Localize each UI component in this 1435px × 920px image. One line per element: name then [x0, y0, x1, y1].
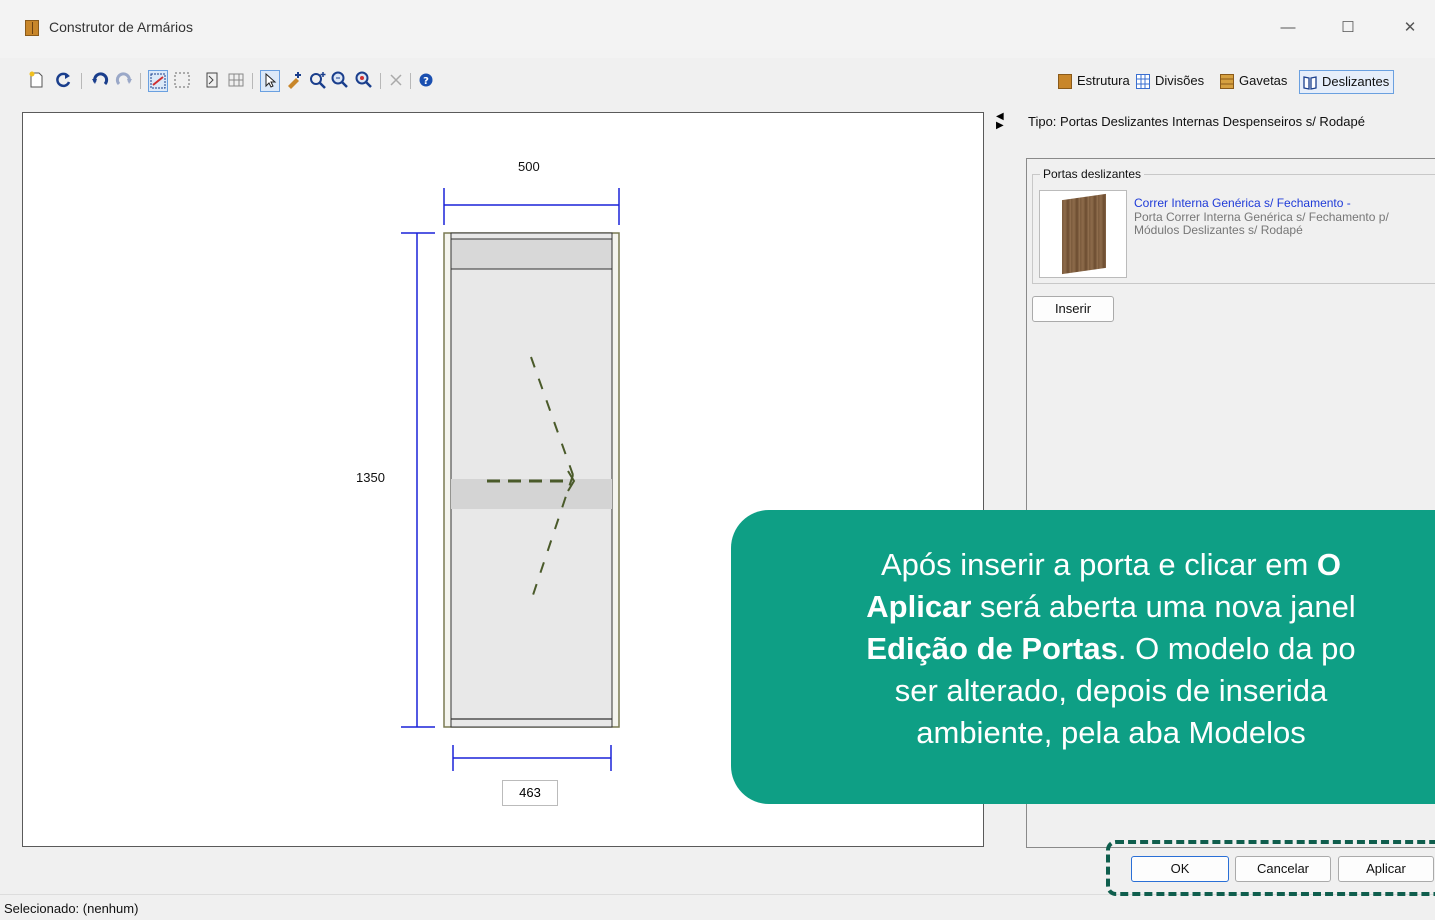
draw-select-icon[interactable]	[148, 70, 168, 92]
maximize-button[interactable]: ☐	[1328, 14, 1368, 42]
window-title: Construtor de Armários	[49, 19, 193, 35]
callout-line1: Após inserir a porta e clicar em	[880, 547, 1317, 582]
cabinet-app-icon	[25, 20, 39, 36]
tutorial-callout: Após inserir a porta e clicar em O Aplic…	[731, 510, 1435, 804]
insert-button[interactable]: Inserir	[1032, 296, 1114, 322]
module-tabs: Estrutura Divisões Gavetas Deslizantes	[1055, 70, 1435, 94]
door-item-title[interactable]: Correr Interna Genérica s/ Fechamento -	[1134, 196, 1351, 210]
tab-gavetas[interactable]: Gavetas	[1217, 70, 1291, 94]
toolbar-separator	[410, 73, 411, 89]
tab-label: Gavetas	[1239, 73, 1288, 88]
toolbar-separator	[140, 73, 141, 89]
close-button[interactable]: ✕	[1390, 14, 1430, 42]
grid-icon[interactable]	[226, 70, 246, 92]
toolbar-separator	[81, 73, 82, 89]
callout-line2-bold: Aplicar	[866, 589, 972, 624]
tab-label: Estrutura	[1077, 73, 1130, 88]
title-bar: Construtor de Armários — ☐ ✕	[0, 0, 1435, 58]
tab-label: Divisões	[1155, 73, 1205, 88]
callout-line4: ser alterado, depois de inserida	[894, 673, 1328, 708]
width-dimension-label: 500	[518, 159, 540, 174]
callout-line2: será aberta uma nova janel	[971, 589, 1356, 624]
callout-line3-bold: Edição de Portas	[866, 631, 1118, 666]
collapse-panel-icon[interactable]: ◀ ▶	[996, 112, 1004, 131]
grid-divisions-icon	[1136, 74, 1150, 89]
minimize-button[interactable]: —	[1268, 14, 1308, 42]
marquee-icon[interactable]	[172, 70, 192, 92]
group-label: Portas deslizantes	[1040, 167, 1145, 181]
top-shelf	[450, 238, 613, 270]
tab-label: Deslizantes	[1322, 74, 1390, 89]
zoom-out-icon[interactable]	[354, 70, 374, 92]
selection-status: Selecionado: (nenhum)	[4, 901, 139, 916]
add-item-icon[interactable]	[284, 70, 304, 92]
height-dimension-label: 1350	[356, 470, 385, 485]
buttons-highlight-frame	[1106, 840, 1435, 896]
status-bar: Selecionado: (nenhum)	[0, 894, 1435, 920]
door-item-description: Porta Correr Interna Genérica s/ Fechame…	[1134, 210, 1389, 237]
tab-deslizantes[interactable]: Deslizantes	[1299, 70, 1395, 94]
toolbar: ?	[24, 70, 1024, 94]
door-thumbnail[interactable]	[1039, 190, 1127, 278]
tab-divisoes[interactable]: Divisões	[1133, 70, 1208, 94]
pointer-icon[interactable]	[260, 70, 280, 92]
toolbar-separator	[380, 73, 381, 89]
toolbar-separator	[252, 73, 253, 89]
redo-icon[interactable]	[114, 70, 134, 92]
tipo-label: Tipo: Portas Deslizantes Internas Despen…	[1028, 114, 1365, 129]
callout-line1-bold: O	[1316, 547, 1342, 582]
delete-icon[interactable]	[386, 70, 406, 92]
new-icon[interactable]	[26, 70, 46, 92]
callout-line3: . O modelo da po	[1117, 631, 1356, 666]
drawers-icon	[1220, 74, 1234, 89]
callout-text: Após inserir a porta e clicar em O Aplic…	[731, 544, 1435, 754]
reset-icon[interactable]	[54, 70, 74, 92]
zoom-in-icon[interactable]	[308, 70, 328, 92]
cabinet-icon	[1058, 74, 1072, 89]
svg-text:?: ?	[423, 76, 429, 87]
inner-width-dimension-box[interactable]: 463	[502, 780, 558, 806]
undo-icon[interactable]	[90, 70, 110, 92]
help-icon[interactable]: ?	[416, 70, 436, 92]
cabinet-builder-window: Construtor de Armários — ☐ ✕ ? Estrutura…	[0, 0, 1435, 920]
zoom-fit-icon[interactable]	[330, 70, 350, 92]
middle-shelf	[451, 479, 612, 509]
sliding-doors-icon	[1303, 75, 1317, 90]
callout-line5: ambiente, pela aba Modelos	[916, 715, 1306, 750]
divide-icon[interactable]	[202, 70, 222, 92]
wood-door-image	[1062, 193, 1106, 275]
tab-estrutura[interactable]: Estrutura	[1055, 70, 1134, 94]
